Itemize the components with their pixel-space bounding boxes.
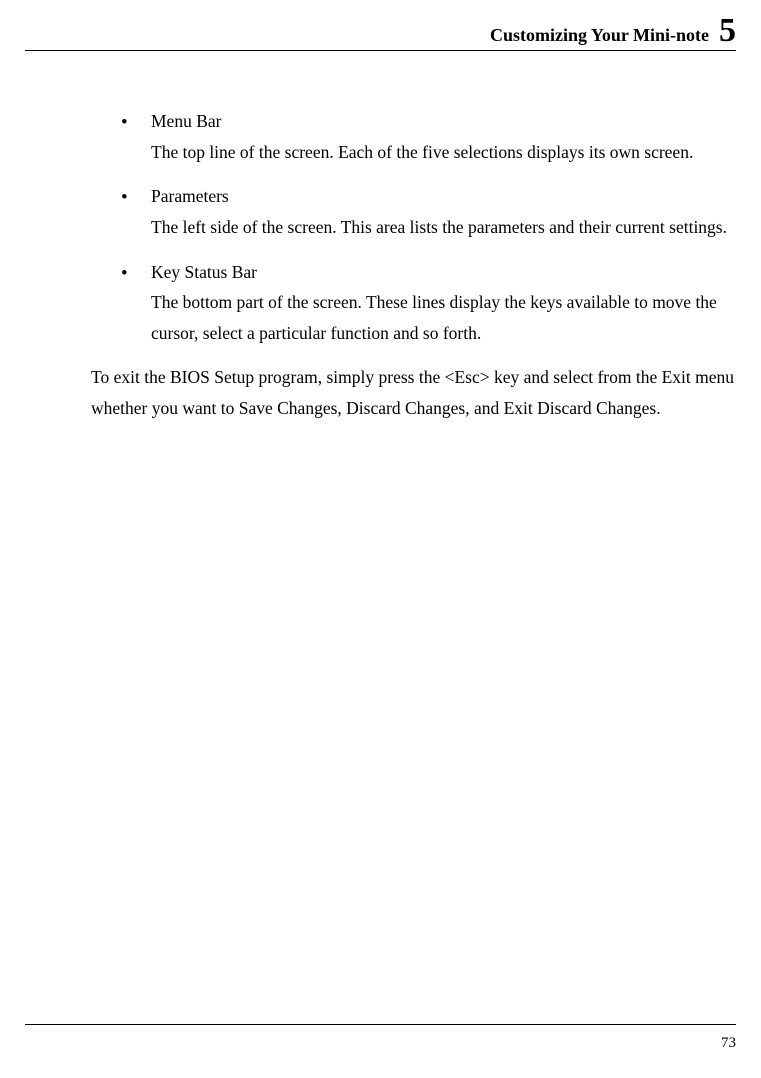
bullet-title: Menu Bar — [151, 106, 745, 137]
list-item: Menu Bar The top line of the screen. Eac… — [121, 106, 745, 167]
bullet-title: Key Status Bar — [151, 257, 745, 288]
exit-paragraph: To exit the BIOS Setup program, simply p… — [91, 362, 745, 423]
bullet-description: The left side of the screen. This area l… — [151, 212, 745, 243]
bullet-description: The bottom part of the screen. These lin… — [151, 287, 745, 348]
page-footer: 73 — [25, 1024, 736, 1052]
bullet-list: Menu Bar The top line of the screen. Eac… — [91, 106, 745, 348]
bullet-title: Parameters — [151, 181, 745, 212]
header-title: Customizing Your Mini-note — [490, 25, 709, 45]
page-content: Menu Bar The top line of the screen. Eac… — [91, 106, 745, 424]
bullet-description: The top line of the screen. Each of the … — [151, 137, 745, 168]
page-number: 73 — [721, 1035, 736, 1051]
page-header: Customizing Your Mini-note 5 — [25, 14, 736, 51]
list-item: Parameters The left side of the screen. … — [121, 181, 745, 242]
header-chapter-number: 5 — [719, 12, 736, 49]
list-item: Key Status Bar The bottom part of the sc… — [121, 257, 745, 349]
